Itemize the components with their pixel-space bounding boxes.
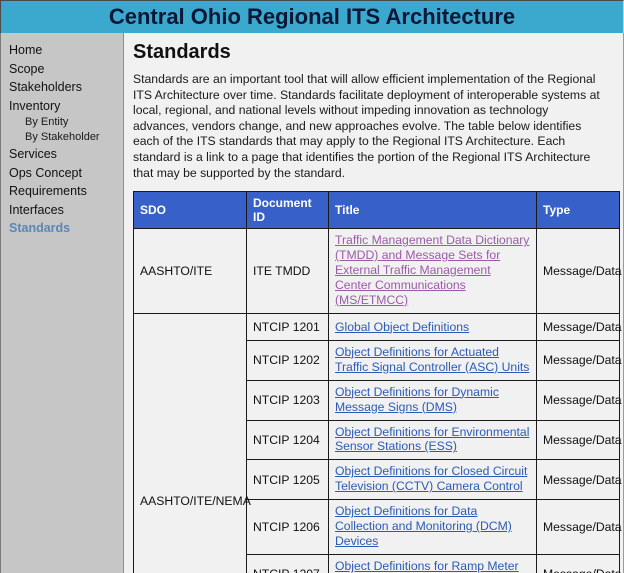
table-header-row: SDO Document ID Title Type (133, 191, 620, 230)
cell-type: Message/Data (536, 339, 622, 381)
standard-title-link[interactable]: Object Definitions for Dynamic Message S… (335, 385, 530, 415)
cell-type: Message/Data (536, 228, 622, 314)
column-header-document-id[interactable]: Document ID (246, 191, 329, 230)
intro-paragraph: Standards are an important tool that wil… (133, 72, 600, 180)
cell-type: Message/Data (536, 499, 622, 556)
sidebar-item-stakeholders[interactable]: Stakeholders (1, 78, 123, 97)
sidebar-item-by-entity[interactable]: By Entity (1, 115, 123, 130)
cell-title: Object Definitions for Environmental Sen… (328, 419, 537, 461)
cell-document-id: NTCIP 1202 (246, 339, 329, 381)
site-title: Central Ohio Regional ITS Architecture (108, 4, 516, 29)
standards-table: SDO Document ID Title Type AASHTO/ITE ITE… (133, 191, 622, 573)
cell-document-id: NTCIP 1207 (246, 554, 329, 573)
site-banner: Central Ohio Regional ITS Architecture (0, 0, 624, 33)
cell-title: Object Definitions for Data Collection a… (328, 499, 537, 556)
table-row: AASHTO/ITE/NEMA NTCIP 1201 Global Object D… (133, 312, 622, 573)
sidebar-item-interfaces[interactable]: Interfaces (1, 201, 123, 220)
cell-document-id: NTCIP 1206 (246, 499, 329, 556)
column-header-sdo[interactable]: SDO (133, 191, 247, 230)
main-content: Standards Standards are an important too… (124, 33, 624, 573)
body-wrapper: Home Scope Stakeholders Inventory By Entity B… (0, 33, 624, 573)
standard-title-link[interactable]: Object Definitions for Closed Circuit Te… (335, 464, 530, 494)
cell-title: Object Definitions for Closed Circuit Te… (328, 459, 537, 501)
column-header-type[interactable]: Type (536, 191, 620, 230)
column-header-title[interactable]: Title (328, 191, 537, 230)
cell-title: Object Definitions for Ramp Meter Contro… (328, 554, 537, 573)
cell-type: Message/Data (536, 459, 622, 501)
cell-sdo: AASHTO/ITE/NEMA (133, 312, 251, 573)
sidebar-item-requirements[interactable]: Requirements (1, 182, 123, 201)
cell-document-id: NTCIP 1205 (246, 459, 329, 501)
page-title: Standards (133, 41, 231, 63)
cell-type: Message/Data (536, 312, 622, 341)
table-body: AASHTO/ITE ITE TMDD Traffic Management Dat… (133, 228, 622, 573)
standard-title-link[interactable]: Object Definitions for Data Collection a… (335, 504, 530, 549)
cell-type: Message/Data (536, 554, 622, 573)
cell-document-id: NTCIP 1203 (246, 379, 329, 421)
table-header: SDO Document ID Title Type (133, 191, 620, 230)
cell-type: Message/Data (536, 379, 622, 421)
standard-title-link[interactable]: Global Object Definitions (335, 320, 469, 335)
sidebar-item-ops-concept[interactable]: Ops Concept (1, 164, 123, 183)
sidebar-item-standards[interactable]: Standards (1, 219, 123, 238)
sidebar-item-by-stakeholder[interactable]: By Stakeholder (1, 130, 123, 145)
sidebar-item-home[interactable]: Home (1, 41, 123, 60)
sidebar-item-scope[interactable]: Scope (1, 60, 123, 79)
cell-title: Object Definitions for Actuated Traffic … (328, 339, 537, 381)
table-row: AASHTO/ITE ITE TMDD Traffic Management Dat… (133, 228, 622, 314)
sidebar-item-inventory[interactable]: Inventory (1, 97, 123, 116)
standard-title-link[interactable]: Object Definitions for Environmental Sen… (335, 425, 530, 455)
standard-title-link[interactable]: Traffic Management Data Dictionary (TMDD… (335, 233, 530, 307)
standard-title-link[interactable]: Object Definitions for Ramp Meter Contro… (335, 559, 530, 573)
cell-document-id: NTCIP 1204 (246, 419, 329, 461)
cell-title: Object Definitions for Dynamic Message S… (328, 379, 537, 421)
page-root: Central Ohio Regional ITS Architecture H… (0, 0, 624, 573)
cell-document-id: NTCIP 1201 (246, 312, 329, 341)
cell-document-id: ITE TMDD (246, 228, 329, 314)
standard-title-link[interactable]: Object Definitions for Actuated Traffic … (335, 345, 530, 375)
sidebar-nav: Home Scope Stakeholders Inventory By Entity B… (0, 33, 124, 573)
cell-title: Traffic Management Data Dictionary (TMDD… (328, 228, 537, 314)
cell-title: Global Object Definitions (328, 312, 537, 341)
cell-type: Message/Data (536, 419, 622, 461)
cell-sdo: AASHTO/ITE (133, 228, 247, 314)
sidebar-item-services[interactable]: Services (1, 145, 123, 164)
